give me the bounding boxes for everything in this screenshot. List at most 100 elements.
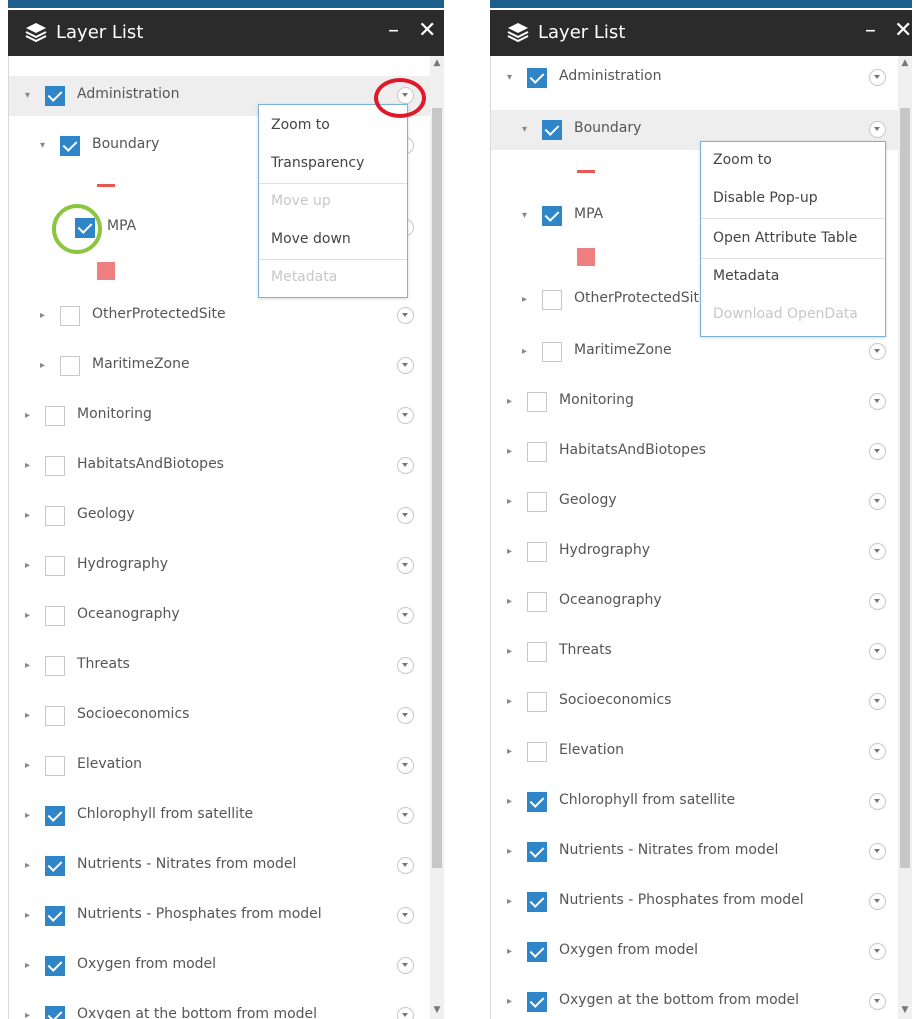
layer-visibility-checkbox[interactable]	[45, 1006, 65, 1019]
layer-options-button[interactable]	[397, 607, 414, 624]
layer-row-nutrients-phosphates-from-model[interactable]: ▸ Nutrients - Phosphates from model	[491, 882, 912, 922]
expand-arrow-icon[interactable]: ▸	[507, 496, 519, 508]
layer-options-button[interactable]	[869, 993, 886, 1010]
expand-arrow-icon[interactable]: ▸	[25, 960, 37, 972]
menu-item-disable-pop-up[interactable]: Disable Pop-up	[713, 190, 818, 206]
layer-visibility-checkbox[interactable]	[527, 842, 547, 862]
expand-arrow-icon[interactable]: ▸	[25, 460, 37, 472]
expand-arrow-icon[interactable]: ▸	[507, 746, 519, 758]
layer-visibility-checkbox[interactable]	[45, 706, 65, 726]
collapse-arrow-icon[interactable]: ▾	[522, 210, 534, 222]
layer-row-administration[interactable]: ▾ Administration	[491, 58, 912, 98]
expand-arrow-icon[interactable]: ▸	[507, 546, 519, 558]
layer-visibility-checkbox[interactable]	[527, 68, 547, 88]
layer-options-button[interactable]	[397, 807, 414, 824]
layer-visibility-checkbox[interactable]	[45, 806, 65, 826]
layer-options-button[interactable]	[869, 121, 886, 138]
layer-row-nutrients-nitrates-from-model[interactable]: ▸ Nutrients - Nitrates from model	[9, 846, 444, 886]
layer-options-button[interactable]	[397, 407, 414, 424]
layer-options-button[interactable]	[397, 1007, 414, 1019]
layer-row-oxygen-at-the-bottom-from-model[interactable]: ▸ Oxygen at the bottom from model	[491, 982, 912, 1019]
menu-item-metadata[interactable]: Metadata	[713, 268, 779, 284]
layer-row-socioeconomics[interactable]: ▸ Socioeconomics	[9, 696, 444, 736]
layer-row-habitatsandbiotopes[interactable]: ▸ HabitatsAndBiotopes	[491, 432, 912, 472]
scroll-thumb[interactable]	[432, 108, 442, 868]
expand-arrow-icon[interactable]: ▸	[40, 310, 52, 322]
layer-options-button[interactable]	[397, 557, 414, 574]
layer-options-button[interactable]	[869, 443, 886, 460]
layer-visibility-checkbox[interactable]	[527, 492, 547, 512]
layer-row-oxygen-at-the-bottom-from-model[interactable]: ▸ Oxygen at the bottom from model	[9, 996, 444, 1019]
scrollbar[interactable]: ▲ ▼	[430, 56, 444, 1019]
layer-visibility-checkbox[interactable]	[45, 656, 65, 676]
expand-arrow-icon[interactable]: ▸	[507, 696, 519, 708]
layer-visibility-checkbox[interactable]	[60, 306, 80, 326]
layer-row-threats[interactable]: ▸ Threats	[491, 632, 912, 672]
layer-options-button[interactable]	[869, 69, 886, 86]
layer-options-button[interactable]	[869, 493, 886, 510]
layer-row-socioeconomics[interactable]: ▸ Socioeconomics	[491, 682, 912, 722]
layer-visibility-checkbox[interactable]	[527, 392, 547, 412]
layer-visibility-checkbox[interactable]	[60, 356, 80, 376]
expand-arrow-icon[interactable]: ▸	[507, 596, 519, 608]
layer-row-habitatsandbiotopes[interactable]: ▸ HabitatsAndBiotopes	[9, 446, 444, 486]
layer-visibility-checkbox[interactable]	[527, 792, 547, 812]
expand-arrow-icon[interactable]: ▸	[25, 1010, 37, 1019]
expand-arrow-icon[interactable]: ▸	[25, 560, 37, 572]
expand-arrow-icon[interactable]: ▸	[522, 346, 534, 358]
scrollbar[interactable]: ▲ ▼	[898, 56, 912, 1019]
layer-row-threats[interactable]: ▸ Threats	[9, 646, 444, 686]
expand-arrow-icon[interactable]: ▸	[507, 996, 519, 1008]
layer-row-chlorophyll-from-satellite[interactable]: ▸ Chlorophyll from satellite	[491, 782, 912, 822]
scroll-down-arrow[interactable]: ▼	[898, 1005, 912, 1017]
layer-row-elevation[interactable]: ▸ Elevation	[491, 732, 912, 772]
layer-row-oceanography[interactable]: ▸ Oceanography	[491, 582, 912, 622]
layer-options-button[interactable]	[397, 907, 414, 924]
layer-options-button[interactable]	[869, 843, 886, 860]
layer-visibility-checkbox[interactable]	[542, 342, 562, 362]
layer-visibility-checkbox[interactable]	[45, 956, 65, 976]
layer-options-button[interactable]	[397, 457, 414, 474]
layer-visibility-checkbox[interactable]	[542, 120, 562, 140]
expand-arrow-icon[interactable]: ▸	[507, 396, 519, 408]
layer-options-button[interactable]	[869, 543, 886, 560]
close-button[interactable]: ✕	[894, 18, 912, 44]
layer-options-button[interactable]	[397, 657, 414, 674]
layer-options-button[interactable]	[397, 857, 414, 874]
layer-visibility-checkbox[interactable]	[527, 942, 547, 962]
layer-visibility-checkbox[interactable]	[527, 692, 547, 712]
layer-visibility-checkbox[interactable]	[45, 756, 65, 776]
layer-visibility-checkbox[interactable]	[527, 592, 547, 612]
layer-options-button[interactable]	[869, 943, 886, 960]
collapse-arrow-icon[interactable]: ▾	[522, 124, 534, 136]
layer-visibility-checkbox[interactable]	[542, 206, 562, 226]
layer-row-monitoring[interactable]: ▸ Monitoring	[491, 382, 912, 422]
close-button[interactable]: ✕	[418, 18, 436, 44]
scroll-up-arrow[interactable]: ▲	[430, 58, 444, 70]
layer-row-oceanography[interactable]: ▸ Oceanography	[9, 596, 444, 636]
expand-arrow-icon[interactable]: ▸	[25, 510, 37, 522]
layer-row-oxygen-from-model[interactable]: ▸ Oxygen from model	[9, 946, 444, 986]
layer-row-hydrography[interactable]: ▸ Hydrography	[9, 546, 444, 586]
layer-visibility-checkbox[interactable]	[527, 892, 547, 912]
layer-visibility-checkbox[interactable]	[527, 642, 547, 662]
layer-options-button[interactable]	[869, 893, 886, 910]
menu-item-zoom-to[interactable]: Zoom to	[271, 117, 330, 133]
layer-visibility-checkbox[interactable]	[542, 290, 562, 310]
menu-item-transparency[interactable]: Transparency	[271, 155, 364, 171]
expand-arrow-icon[interactable]: ▸	[25, 610, 37, 622]
expand-arrow-icon[interactable]: ▸	[25, 910, 37, 922]
layer-row-monitoring[interactable]: ▸ Monitoring	[9, 396, 444, 436]
layer-visibility-checkbox[interactable]	[527, 542, 547, 562]
minimize-button[interactable]: –	[388, 18, 399, 44]
expand-arrow-icon[interactable]: ▸	[25, 760, 37, 772]
layer-visibility-checkbox[interactable]	[45, 556, 65, 576]
layer-options-button[interactable]	[869, 793, 886, 810]
layer-options-button[interactable]	[869, 343, 886, 360]
expand-arrow-icon[interactable]: ▸	[522, 294, 534, 306]
layer-visibility-checkbox[interactable]	[527, 442, 547, 462]
layer-visibility-checkbox[interactable]	[45, 406, 65, 426]
layer-visibility-checkbox[interactable]	[45, 606, 65, 626]
layer-options-button[interactable]	[869, 693, 886, 710]
layer-visibility-checkbox[interactable]	[45, 456, 65, 476]
